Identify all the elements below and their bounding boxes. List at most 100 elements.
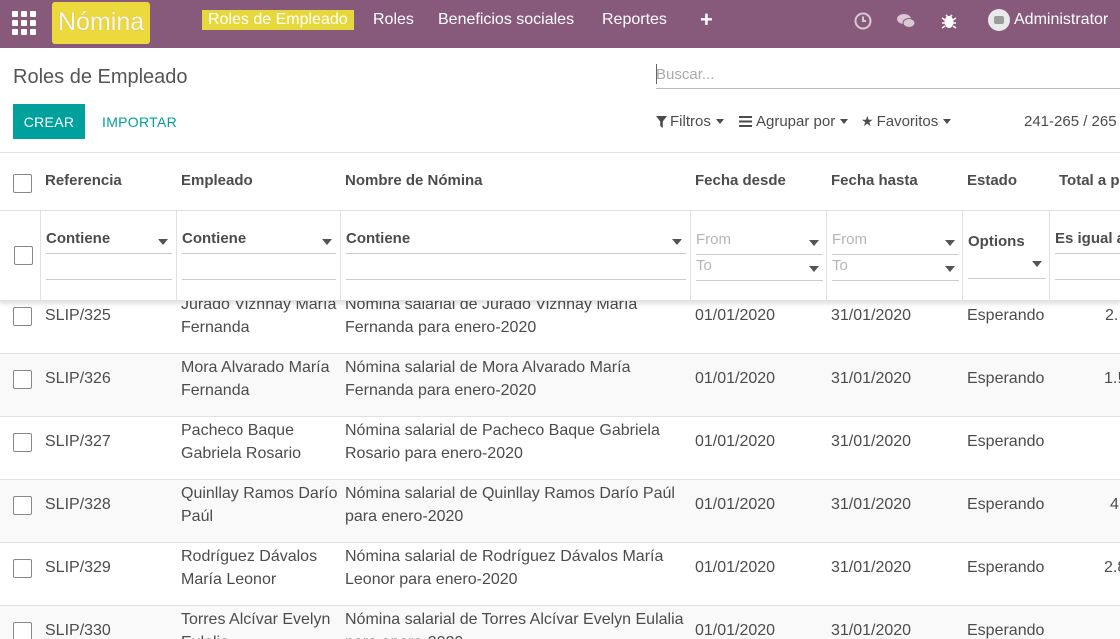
cell-referencia: SLIP/330 bbox=[45, 622, 111, 639]
user-menu[interactable]: Administrator bbox=[988, 0, 1108, 40]
cell-estado: Esperando bbox=[967, 622, 1045, 639]
filter-total: Es igual a bbox=[1049, 211, 1120, 300]
filter-estado: Options bbox=[962, 211, 1049, 300]
chat-icon[interactable] bbox=[895, 10, 917, 32]
avatar bbox=[988, 9, 1010, 31]
cell-estado: Esperando bbox=[967, 559, 1045, 576]
row-checkbox[interactable] bbox=[13, 370, 32, 389]
search-input[interactable] bbox=[656, 60, 1120, 89]
plus-icon[interactable]: + bbox=[700, 7, 713, 33]
filter-row-checkbox[interactable] bbox=[14, 246, 33, 265]
search-cursor bbox=[656, 64, 657, 84]
filter-operator-label: Es igual a bbox=[1055, 230, 1120, 247]
bug-icon[interactable] bbox=[938, 10, 960, 32]
favorites-label: Favoritos bbox=[876, 113, 939, 130]
filter-operator-label: Contiene bbox=[46, 230, 111, 247]
filters-label: Filtros bbox=[670, 113, 711, 130]
cell-nombre: Nómina salarial de Quinllay Ramos Darío … bbox=[345, 485, 675, 525]
filter-options-select[interactable]: Options bbox=[968, 232, 1046, 279]
menu-roles[interactable]: Roles bbox=[373, 0, 414, 48]
chevron-down-icon bbox=[840, 119, 849, 124]
chevron-down-icon bbox=[158, 239, 168, 245]
cell-fecha-hasta: 31/01/2020 bbox=[831, 433, 912, 450]
cell-fecha-hasta: 31/01/2020 bbox=[831, 307, 912, 324]
row-checkbox[interactable] bbox=[13, 559, 32, 578]
column-header-referencia[interactable]: Referencia bbox=[45, 172, 122, 189]
filter-from-label: From bbox=[696, 231, 731, 248]
filter-icon bbox=[656, 115, 667, 128]
column-header-fecha-desde[interactable]: Fecha desde bbox=[695, 172, 786, 189]
table-row[interactable]: SLIP/328 Quinllay Ramos Darío Paúl Nómin… bbox=[0, 480, 1120, 543]
chevron-down-icon bbox=[1032, 261, 1042, 267]
filter-operator-select[interactable]: Contiene bbox=[46, 230, 172, 254]
row-checkbox[interactable] bbox=[13, 433, 32, 452]
cell-fecha-desde: 01/01/2020 bbox=[695, 622, 776, 639]
app-brand[interactable]: Nómina bbox=[52, 2, 151, 44]
cell-empleado: Torres Alcívar Evelyn Eulalia bbox=[181, 611, 331, 639]
groupby-dropdown[interactable]: Agrupar por bbox=[739, 113, 849, 130]
cell-empleado: Quinllay Ramos Darío Paúl bbox=[181, 485, 338, 525]
table-row[interactable]: SLIP/330 Torres Alcívar Evelyn Eulalia N… bbox=[0, 606, 1120, 639]
cell-total: 2. bbox=[1105, 307, 1119, 324]
filter-date-from-select[interactable]: From bbox=[832, 231, 959, 255]
table-row[interactable]: SLIP/329 Rodríguez Dávalos María Leonor … bbox=[0, 543, 1120, 606]
chevron-down-icon bbox=[945, 240, 955, 246]
chevron-down-icon bbox=[322, 239, 332, 245]
apps-menu-icon[interactable] bbox=[12, 11, 36, 35]
filter-to-label: To bbox=[696, 257, 712, 274]
clock-icon[interactable] bbox=[852, 10, 874, 32]
column-filters-row: Contiene Contiene Contiene From To From … bbox=[0, 211, 1120, 301]
pager-value[interactable]: 241-265 / 265 bbox=[1024, 113, 1117, 130]
filter-referencia: Contiene bbox=[40, 211, 176, 300]
row-checkbox[interactable] bbox=[13, 496, 32, 515]
select-all-checkbox[interactable] bbox=[13, 174, 32, 193]
chevron-down-icon bbox=[715, 119, 724, 124]
filter-operator-select[interactable]: Contiene bbox=[346, 230, 686, 254]
filter-value-input[interactable] bbox=[346, 258, 686, 280]
table-row[interactable]: SLIP/327 Pacheco Baque Gabriela Rosario … bbox=[0, 417, 1120, 480]
column-header-total[interactable]: Total a p bbox=[1059, 172, 1120, 189]
cell-fecha-hasta: 31/01/2020 bbox=[831, 559, 912, 576]
filter-value-input[interactable] bbox=[46, 258, 172, 280]
cell-referencia: SLIP/325 bbox=[45, 307, 111, 324]
chevron-down-icon bbox=[672, 239, 682, 245]
filter-value-input[interactable] bbox=[182, 258, 336, 280]
create-button[interactable]: CREAR bbox=[13, 104, 85, 139]
cell-fecha-hasta: 31/01/2020 bbox=[831, 622, 912, 639]
cell-fecha-desde: 01/01/2020 bbox=[695, 433, 776, 450]
row-checkbox[interactable] bbox=[13, 622, 32, 639]
groupby-label: Agrupar por bbox=[756, 113, 836, 130]
favorites-dropdown[interactable]: ★ Favoritos bbox=[861, 113, 952, 130]
filters-dropdown[interactable]: Filtros bbox=[656, 113, 724, 130]
table-row[interactable]: SLIP/326 Mora Alvarado María Fernanda Nó… bbox=[0, 354, 1120, 417]
column-header-empleado[interactable]: Empleado bbox=[181, 172, 253, 189]
page-title: Roles de Empleado bbox=[13, 66, 188, 88]
filter-operator-select[interactable]: Es igual a bbox=[1055, 230, 1120, 254]
import-button[interactable]: IMPORTAR bbox=[96, 104, 183, 139]
cell-nombre: Nómina salarial de Pacheco Baque Gabriel… bbox=[345, 422, 660, 462]
filter-operator-select[interactable]: Contiene bbox=[182, 230, 336, 254]
filter-date-to-select[interactable]: To bbox=[832, 257, 959, 281]
cell-referencia: SLIP/327 bbox=[45, 433, 111, 450]
filter-operator-label: Contiene bbox=[346, 230, 411, 247]
filter-fecha-desde: From To bbox=[690, 211, 826, 300]
column-header-fecha-hasta[interactable]: Fecha hasta bbox=[831, 172, 918, 189]
filter-value-input[interactable] bbox=[1055, 258, 1120, 280]
cell-total: 1.! bbox=[1104, 370, 1120, 387]
menu-roles-de-empleado[interactable]: Roles de Empleado bbox=[202, 0, 354, 48]
row-checkbox[interactable] bbox=[13, 307, 32, 326]
filter-date-from-select[interactable]: From bbox=[696, 231, 823, 255]
cell-fecha-hasta: 31/01/2020 bbox=[831, 370, 912, 387]
menu-reportes[interactable]: Reportes bbox=[602, 0, 667, 48]
filter-to-label: To bbox=[832, 257, 848, 274]
cell-total: 4 bbox=[1110, 496, 1119, 513]
filter-nombre: Contiene bbox=[340, 211, 690, 300]
star-icon: ★ bbox=[861, 113, 874, 129]
filter-date-to-select[interactable]: To bbox=[696, 257, 823, 281]
column-header-estado[interactable]: Estado bbox=[967, 172, 1017, 189]
list-table: Referencia Empleado Nombre de Nómina Fec… bbox=[0, 152, 1120, 639]
list-icon bbox=[739, 116, 752, 127]
menu-beneficios-sociales[interactable]: Beneficios sociales bbox=[438, 0, 574, 48]
column-header-nombre[interactable]: Nombre de Nómina bbox=[345, 172, 483, 189]
brand-label: Nómina bbox=[58, 8, 145, 36]
